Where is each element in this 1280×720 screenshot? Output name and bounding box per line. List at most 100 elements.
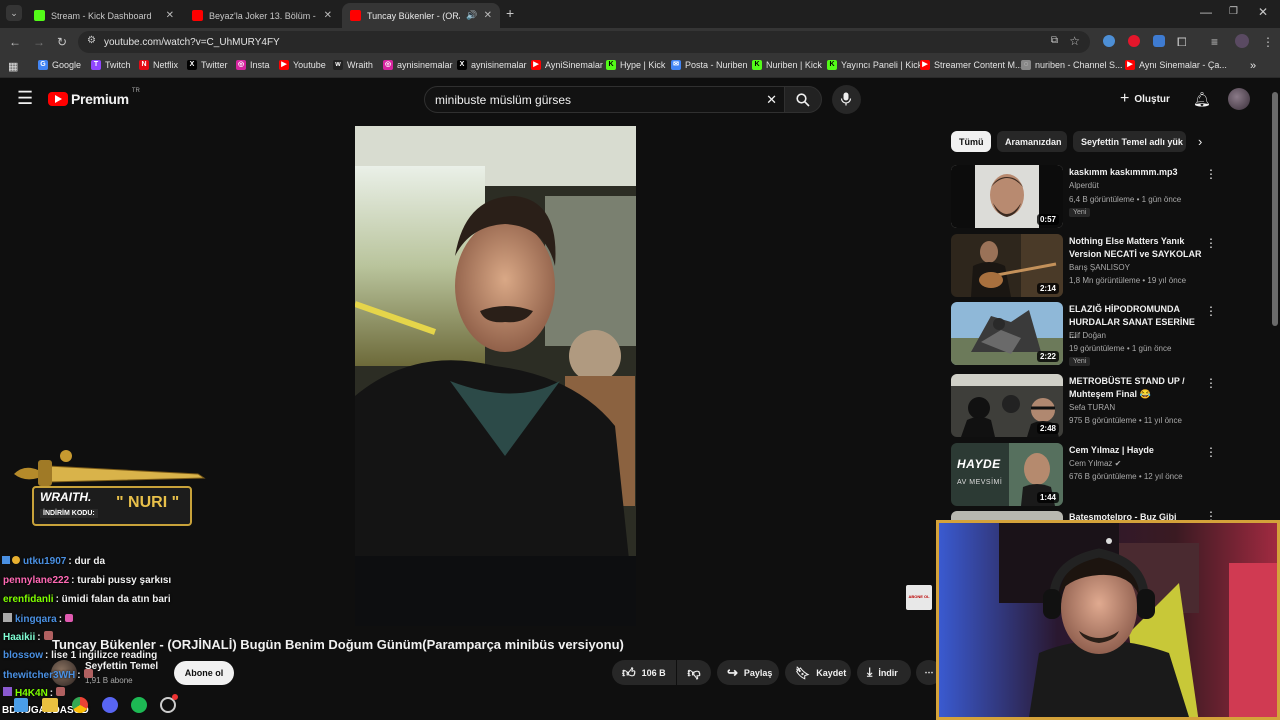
restore-icon[interactable]: ❐	[1229, 4, 1238, 20]
chevron-right-icon[interactable]: ›	[1198, 134, 1202, 149]
bookmark-wraith[interactable]: w Wraith	[333, 60, 373, 70]
bookmark-nuriben-kick[interactable]: K Nuriben | Kick	[752, 60, 822, 70]
download-button[interactable]: ⤓ İndir	[857, 660, 911, 685]
bookmark-twitter[interactable]: X Twitter	[187, 60, 228, 70]
like-button[interactable]: 👍︎ 106 B	[612, 660, 676, 685]
back-icon[interactable]: ←	[9, 34, 21, 50]
close-icon[interactable]: ✕	[166, 10, 174, 21]
chip-all[interactable]: Tümü	[951, 131, 991, 152]
subscribe-button[interactable]: Abone ol	[174, 661, 234, 685]
tab-kick-dashboard[interactable]: Stream - Kick Dashboard ✕	[26, 3, 182, 28]
bookmark-posta[interactable]: ✉ Posta - Nuriben	[671, 60, 748, 70]
more-options-icon[interactable]: ⋮	[1205, 236, 1217, 250]
voice-search-button[interactable]	[832, 85, 861, 114]
apps-grid-icon[interactable]: ▦	[8, 60, 18, 73]
bookmark-streamer-content[interactable]: ▶ Streamer Content M...	[920, 60, 1023, 70]
tab-search-icon[interactable]: ⌄	[6, 5, 22, 21]
bookmark-insta[interactable]: ◎ Insta	[236, 60, 270, 70]
notification-dot	[172, 694, 178, 700]
close-icon[interactable]: ✕	[324, 10, 332, 21]
netflix-icon: N	[139, 60, 149, 70]
bookmark-aynisinemalar-insta[interactable]: ◎ aynisinemalar	[383, 60, 453, 70]
share-button[interactable]: ↪ Paylaş	[717, 660, 779, 685]
bookmark-netflix[interactable]: N Netflix	[139, 60, 178, 70]
bookmark-yayinci-paneli[interactable]: K Yayıncı Paneli | Kick	[827, 60, 922, 70]
close-icon[interactable]: ✕	[484, 10, 492, 21]
new-badge: Yeni	[1069, 357, 1091, 366]
bookmark-nuriben-channel[interactable]: ◌ nuriben - Channel S...	[1021, 60, 1123, 70]
more-options-icon[interactable]: ⋮	[1205, 445, 1217, 459]
extension-icon[interactable]	[1103, 35, 1115, 47]
dislike-button[interactable]: 👎︎	[677, 660, 711, 685]
bookmark-aynisinemalar-yt[interactable]: ▶ AyniSinemalar	[531, 60, 603, 70]
scrollbar-thumb[interactable]	[1272, 92, 1278, 326]
chip-channel[interactable]: Seyfettin Temel adlı yük	[1073, 131, 1186, 152]
file-explorer-icon[interactable]	[42, 698, 58, 712]
kick-icon: K	[606, 60, 616, 70]
speaker-icon[interactable]: 🔊	[466, 10, 477, 21]
forward-icon[interactable]: →	[33, 34, 45, 50]
video-thumbnail[interactable]: 2:22	[951, 302, 1063, 365]
search-input[interactable]: minibuste müslüm gürses ✕	[424, 86, 788, 113]
chrome-icon[interactable]	[72, 697, 88, 713]
more-bookmarks-icon[interactable]: »	[1250, 60, 1256, 72]
bookmark-google[interactable]: G Google	[38, 60, 81, 70]
recommendation-item[interactable]: 2:48 METROBÜSTE STAND UP / Muhteşem Fina…	[951, 374, 1221, 438]
save-button[interactable]: 🔖︎ Kaydet	[785, 660, 851, 685]
extension-icon[interactable]	[1128, 35, 1140, 47]
page-scrollbar[interactable]	[1270, 78, 1280, 520]
bookmark-hype-kick[interactable]: K Hype | Kick	[606, 60, 665, 70]
profile-avatar[interactable]	[1235, 34, 1249, 48]
more-options-icon[interactable]: ⋮	[1205, 304, 1217, 318]
youtube-icon	[350, 10, 361, 21]
shield-extension-icon[interactable]	[1153, 35, 1165, 47]
more-options-icon[interactable]: ⋮	[1205, 376, 1217, 390]
more-options-icon[interactable]: ⋮	[1205, 167, 1217, 181]
video-player[interactable]	[355, 126, 636, 626]
new-tab-icon[interactable]: +	[506, 5, 514, 21]
spotify-icon[interactable]	[131, 697, 147, 713]
video-thumbnail[interactable]: 2:14	[951, 234, 1063, 297]
chip-from-search[interactable]: Aramanızdan	[997, 131, 1067, 152]
install-app-icon[interactable]: ⧉	[1051, 35, 1058, 46]
video-thumbnail[interactable]: HAYDE AV MEVSİMİ 1:44	[951, 443, 1063, 506]
taskbar	[0, 690, 180, 720]
video-thumbnail[interactable]: 0:57	[951, 165, 1063, 228]
hamburger-menu-icon[interactable]: ☰	[17, 89, 33, 107]
tab-beyazla-joker[interactable]: Beyaz'la Joker 13. Bölüm - YouT ✕	[184, 3, 340, 28]
chat-message: blossow: lise 1 ingilizce reading	[3, 650, 158, 661]
subscribe-watermark[interactable]: ABONE OL	[906, 585, 932, 610]
bookmark-aynisinemalar-x[interactable]: Xaynisinemalar	[457, 60, 527, 70]
discord-icon[interactable]	[102, 697, 118, 713]
window-close-icon[interactable]: ✕	[1258, 4, 1268, 20]
notifications-bell-icon[interactable]: 🔔︎	[1193, 91, 1211, 108]
youtube-premium-logo[interactable]: Premium TR	[48, 88, 140, 107]
reload-icon[interactable]: ↻	[57, 34, 67, 50]
chat-badge-icon	[12, 556, 20, 564]
clear-search-icon[interactable]: ✕	[766, 92, 777, 108]
video-thumbnail[interactable]: 2:48	[951, 374, 1063, 437]
tab-groups-icon[interactable]: ≡	[1211, 34, 1218, 50]
tab-tuncay-bukenler[interactable]: Tuncay Bükenler - (ORJİNAL 🔊 ✕	[342, 3, 500, 28]
thumbs-up-icon: 👍︎	[622, 664, 636, 680]
windows-start-icon[interactable]	[14, 698, 28, 712]
minimize-icon[interactable]: —	[1200, 4, 1212, 20]
channel-name[interactable]: Seyfettin Temel	[85, 661, 158, 672]
bookmark-star-icon[interactable]: ☆	[1069, 34, 1080, 48]
site-info-icon[interactable]: ⚙	[87, 35, 96, 46]
bookmark-ayni-sinemalar[interactable]: ▶ Aynı Sinemalar - Ça...	[1125, 60, 1227, 70]
recommendation-item[interactable]: 2:14 Nothing Else Matters Yanık Version …	[951, 234, 1221, 298]
recommendation-item[interactable]: HAYDE AV MEVSİMİ 1:44 Cem Yılmaz | Hayde…	[951, 443, 1221, 507]
bookmark-twitch[interactable]: T Twitch	[91, 60, 131, 70]
address-bar[interactable]: ⚙ youtube.com/watch?v=C_UhMURY4FY ⧉ ☆	[78, 31, 1090, 53]
create-button[interactable]: + Oluştur	[1120, 90, 1170, 108]
search-button[interactable]	[784, 86, 822, 113]
account-avatar[interactable]	[1228, 88, 1250, 110]
recommendation-item[interactable]: 2:22 ELAZIĞ HİPODROMUNDA HURDALAR SANAT …	[951, 302, 1221, 366]
youtube-icon: ▶	[1125, 60, 1135, 70]
recommendation-item[interactable]: 0:57 kaskımm kaskımmm.mp3 Alperdüt 6,4 B…	[951, 165, 1221, 229]
menu-dots-icon[interactable]: ⋮	[1262, 34, 1274, 50]
bookmark-youtube[interactable]: ▶ Youtube	[279, 60, 326, 70]
download-icon: ⤓	[867, 665, 873, 679]
extensions-puzzle-icon[interactable]: ⧠	[1177, 34, 1187, 50]
